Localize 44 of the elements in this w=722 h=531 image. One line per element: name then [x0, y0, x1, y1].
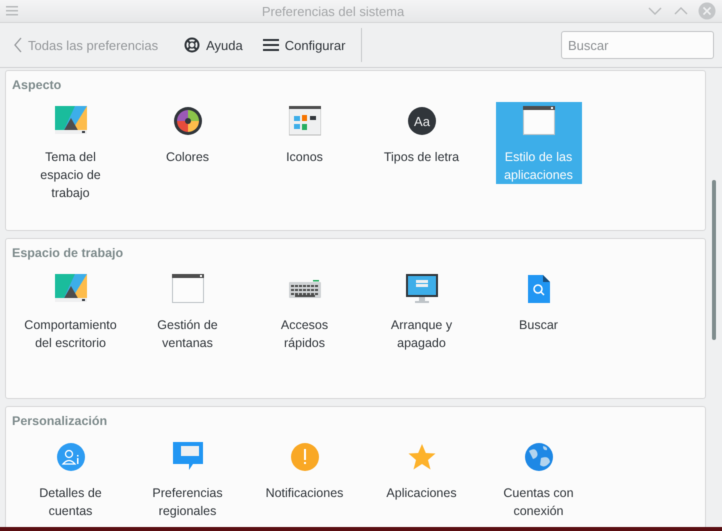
font-icon: Aa [406, 106, 436, 136]
desktop-settings-icon [54, 274, 86, 304]
settings-item[interactable]: Accesos rápidos [256, 270, 354, 352]
monitor-icon [406, 274, 438, 304]
workspace-theme-icon [54, 106, 86, 136]
icon-grid-icon [288, 106, 320, 136]
settings-item[interactable]: Detalles de cuentas [22, 438, 120, 520]
globe-icon [524, 443, 552, 471]
search-field[interactable]: Buscar [561, 31, 714, 59]
star-icon [408, 443, 436, 471]
settings-item[interactable]: Colores [138, 102, 236, 166]
menu-icon [262, 38, 279, 52]
settings-item[interactable]: Arranque y apagado [372, 270, 470, 352]
settings-item[interactable]: Preferencias regionales [138, 438, 236, 520]
window-icon [172, 274, 204, 304]
close-icon[interactable] [698, 2, 716, 20]
settings-item[interactable]: Aa Tipos de letra [372, 102, 470, 166]
color-wheel-icon [172, 106, 202, 136]
window-title: Preferencias del sistema [262, 4, 404, 18]
lifebuoy-icon [184, 37, 200, 53]
minimize-icon[interactable] [648, 6, 662, 16]
configure-button[interactable]: Configurar [256, 34, 352, 56]
section-title: Personalización [12, 414, 108, 428]
chevron-left-icon [14, 37, 22, 53]
keyboard-icon [288, 280, 320, 298]
settings-item[interactable]: Comportamiento del escritorio [22, 270, 120, 352]
file-search-icon [528, 275, 550, 303]
settings-item[interactable]: Buscar [490, 270, 588, 334]
scrollbar-thumb[interactable] [712, 180, 716, 340]
user-icon [56, 443, 84, 471]
section-title: Espacio de trabajo [12, 246, 124, 260]
menu-icon[interactable] [6, 6, 18, 16]
settings-item[interactable]: Tema del espacio de trabajo [22, 102, 120, 202]
section-title: Aspecto [12, 78, 62, 92]
speech-bubble-icon [172, 442, 202, 472]
help-button[interactable]: Ayuda [178, 33, 249, 57]
exclamation-icon [290, 443, 318, 471]
settings-item[interactable]: Cuentas con conexión [490, 438, 588, 520]
settings-item[interactable]: Aplicaciones [372, 438, 470, 502]
settings-item[interactable]: Notificaciones [256, 438, 354, 502]
maximize-icon[interactable] [674, 6, 688, 16]
settings-item[interactable]: Gestión de ventanas [138, 270, 236, 352]
settings-item[interactable]: Iconos [256, 102, 354, 166]
window-icon [522, 106, 554, 136]
